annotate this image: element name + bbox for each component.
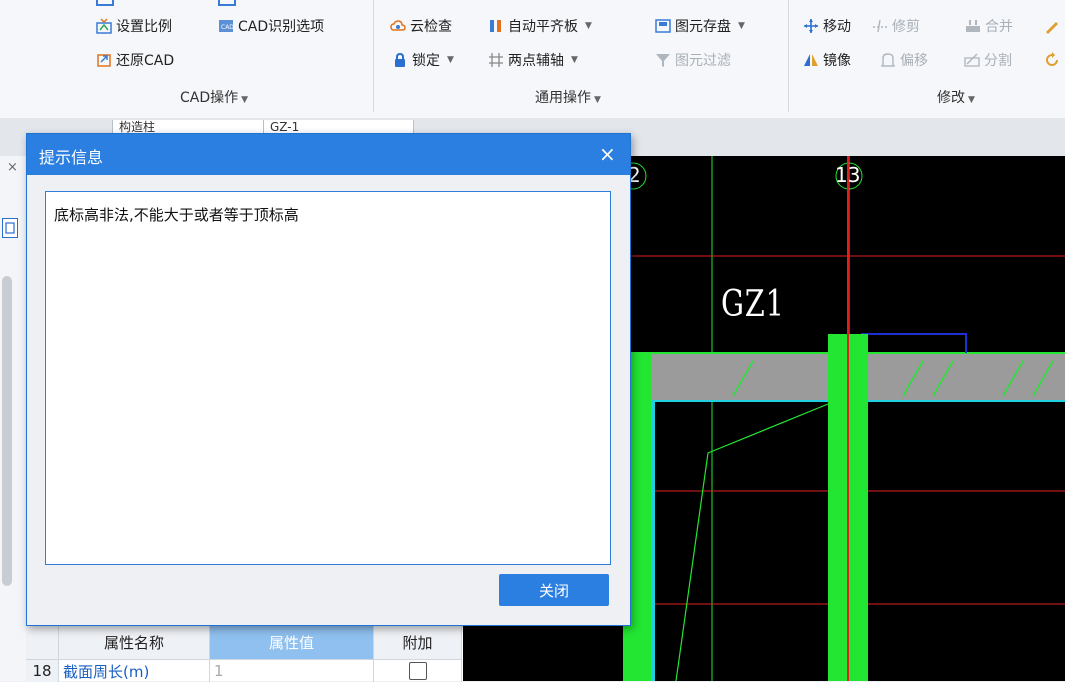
ribbon-divider	[373, 0, 374, 112]
two-point-axis-label: 两点辅轴	[508, 53, 564, 69]
table-row-name[interactable]: 截面周长(m)	[59, 660, 210, 682]
mirror-button[interactable]: 镜像	[803, 50, 851, 70]
chevron-down-icon: ▼	[241, 95, 249, 105]
modify-group-label[interactable]: 修改 ▼	[937, 87, 975, 107]
axis-grid-icon	[488, 52, 504, 68]
lock-button[interactable]: 锁定 ▼	[392, 50, 454, 70]
dialog-title: 提示信息	[39, 148, 104, 167]
axis-label: 13	[835, 163, 861, 187]
close-button[interactable]: 关闭	[499, 574, 609, 606]
cad-recognize-options-button[interactable]: CAD CAD识别选项	[218, 16, 324, 36]
set-scale-label: 设置比例	[116, 19, 172, 35]
chevron-down-icon: ▼	[968, 95, 975, 105]
mirror-label: 镜像	[823, 53, 851, 69]
element-save-label: 图元存盘	[675, 19, 731, 35]
move-label: 移动	[823, 19, 851, 35]
set-scale-button[interactable]: 设置比例	[96, 16, 172, 36]
element-filter-button[interactable]: 图元过滤	[655, 50, 731, 70]
table-row-index: 18	[26, 660, 59, 682]
align-icon	[488, 18, 504, 34]
element-filter-label: 图元过滤	[675, 53, 731, 69]
cad-options-icon: CAD	[218, 18, 234, 34]
message-textbox[interactable]: 底标高非法,不能大于或者等于顶标高	[45, 191, 611, 565]
auto-align-label: 自动平齐板	[508, 19, 578, 35]
column-outline	[861, 333, 967, 353]
prompt-dialog: 提示信息 × 底标高非法,不能大于或者等于顶标高 关闭	[26, 133, 631, 626]
trim-button[interactable]: 修剪	[872, 16, 920, 36]
filter-icon	[655, 52, 671, 68]
merge-label: 合并	[985, 19, 1013, 35]
property-value-header: 属性值	[210, 625, 374, 660]
move-button[interactable]: 移动	[803, 16, 851, 36]
row-index-header	[26, 625, 59, 660]
panel-close-icon[interactable]: ×	[7, 160, 18, 175]
cad-group-label[interactable]: CAD操作 ▼	[180, 87, 248, 107]
cloud-icon	[390, 18, 406, 34]
merge-button[interactable]: 合并	[965, 16, 1013, 36]
diagonal-line	[675, 403, 829, 681]
lock-label: 锁定	[412, 53, 440, 69]
wall-edge	[651, 401, 655, 681]
chevron-down-icon: ▼	[447, 55, 454, 65]
pen-icon[interactable]	[1044, 18, 1060, 38]
top-row-icon	[96, 0, 114, 6]
property-name-header: 属性名称	[59, 625, 210, 660]
close-icon[interactable]: ×	[599, 142, 616, 166]
restore-cad-label: 还原CAD	[116, 53, 175, 69]
two-point-axis-button[interactable]: 两点辅轴 ▼	[488, 50, 578, 70]
ribbon-toolbar: 设置比例 CAD CAD识别选项 还原CAD CAD操作 ▼ 云检查 自动平齐板 ▼…	[0, 0, 1065, 119]
chevron-down-icon: ▼	[738, 21, 745, 31]
property-grid: 属性名称 属性值 附加 18 截面周长(m) 1	[26, 625, 463, 682]
chevron-down-icon: ▼	[594, 95, 601, 105]
trim-icon	[872, 18, 888, 34]
extra-checkbox[interactable]	[408, 662, 427, 680]
top-row-icon	[218, 0, 236, 6]
split-icon	[964, 52, 980, 68]
offset-icon	[880, 52, 896, 68]
restore-cad-button[interactable]: 还原CAD	[96, 50, 174, 70]
property-extra-header: 附加	[374, 625, 462, 660]
restore-icon	[96, 52, 112, 68]
table-row-value[interactable]: 1	[210, 660, 374, 682]
left-side-panel: ×	[0, 156, 27, 681]
scale-icon	[96, 18, 112, 34]
trim-label: 修剪	[892, 19, 920, 35]
scrollbar-thumb[interactable]	[2, 276, 12, 586]
split-label: 分割	[984, 53, 1012, 69]
split-button[interactable]: 分割	[964, 50, 1012, 70]
auto-align-slab-button[interactable]: 自动平齐板 ▼	[488, 16, 592, 36]
offset-button[interactable]: 偏移	[880, 50, 928, 70]
cloud-check-button[interactable]: 云检查	[390, 16, 452, 36]
offset-label: 偏移	[900, 53, 928, 69]
table-row-extra	[374, 660, 462, 682]
rotate-icon[interactable]	[1044, 52, 1060, 72]
move-arrows-icon	[803, 18, 819, 34]
lock-icon	[392, 52, 408, 68]
chevron-down-icon: ▼	[585, 21, 592, 31]
element-label: GZ1	[721, 284, 785, 325]
cad-recognize-options-label: CAD识别选项	[238, 19, 325, 35]
save-disk-icon	[655, 18, 671, 34]
element-save-button[interactable]: 图元存盘 ▼	[655, 16, 745, 36]
dialog-message: 底标高非法,不能大于或者等于顶标高	[54, 206, 299, 224]
panel-toggle-icon[interactable]	[2, 218, 18, 238]
svg-text:CAD: CAD	[221, 24, 234, 31]
cloud-check-label: 云检查	[410, 19, 452, 35]
ribbon-divider	[788, 0, 789, 112]
chevron-down-icon: ▼	[571, 55, 578, 65]
merge-icon	[965, 18, 981, 34]
mirror-icon	[803, 52, 819, 68]
dialog-title-bar[interactable]: 提示信息 ×	[27, 134, 630, 175]
general-group-label[interactable]: 通用操作 ▼	[535, 87, 601, 107]
